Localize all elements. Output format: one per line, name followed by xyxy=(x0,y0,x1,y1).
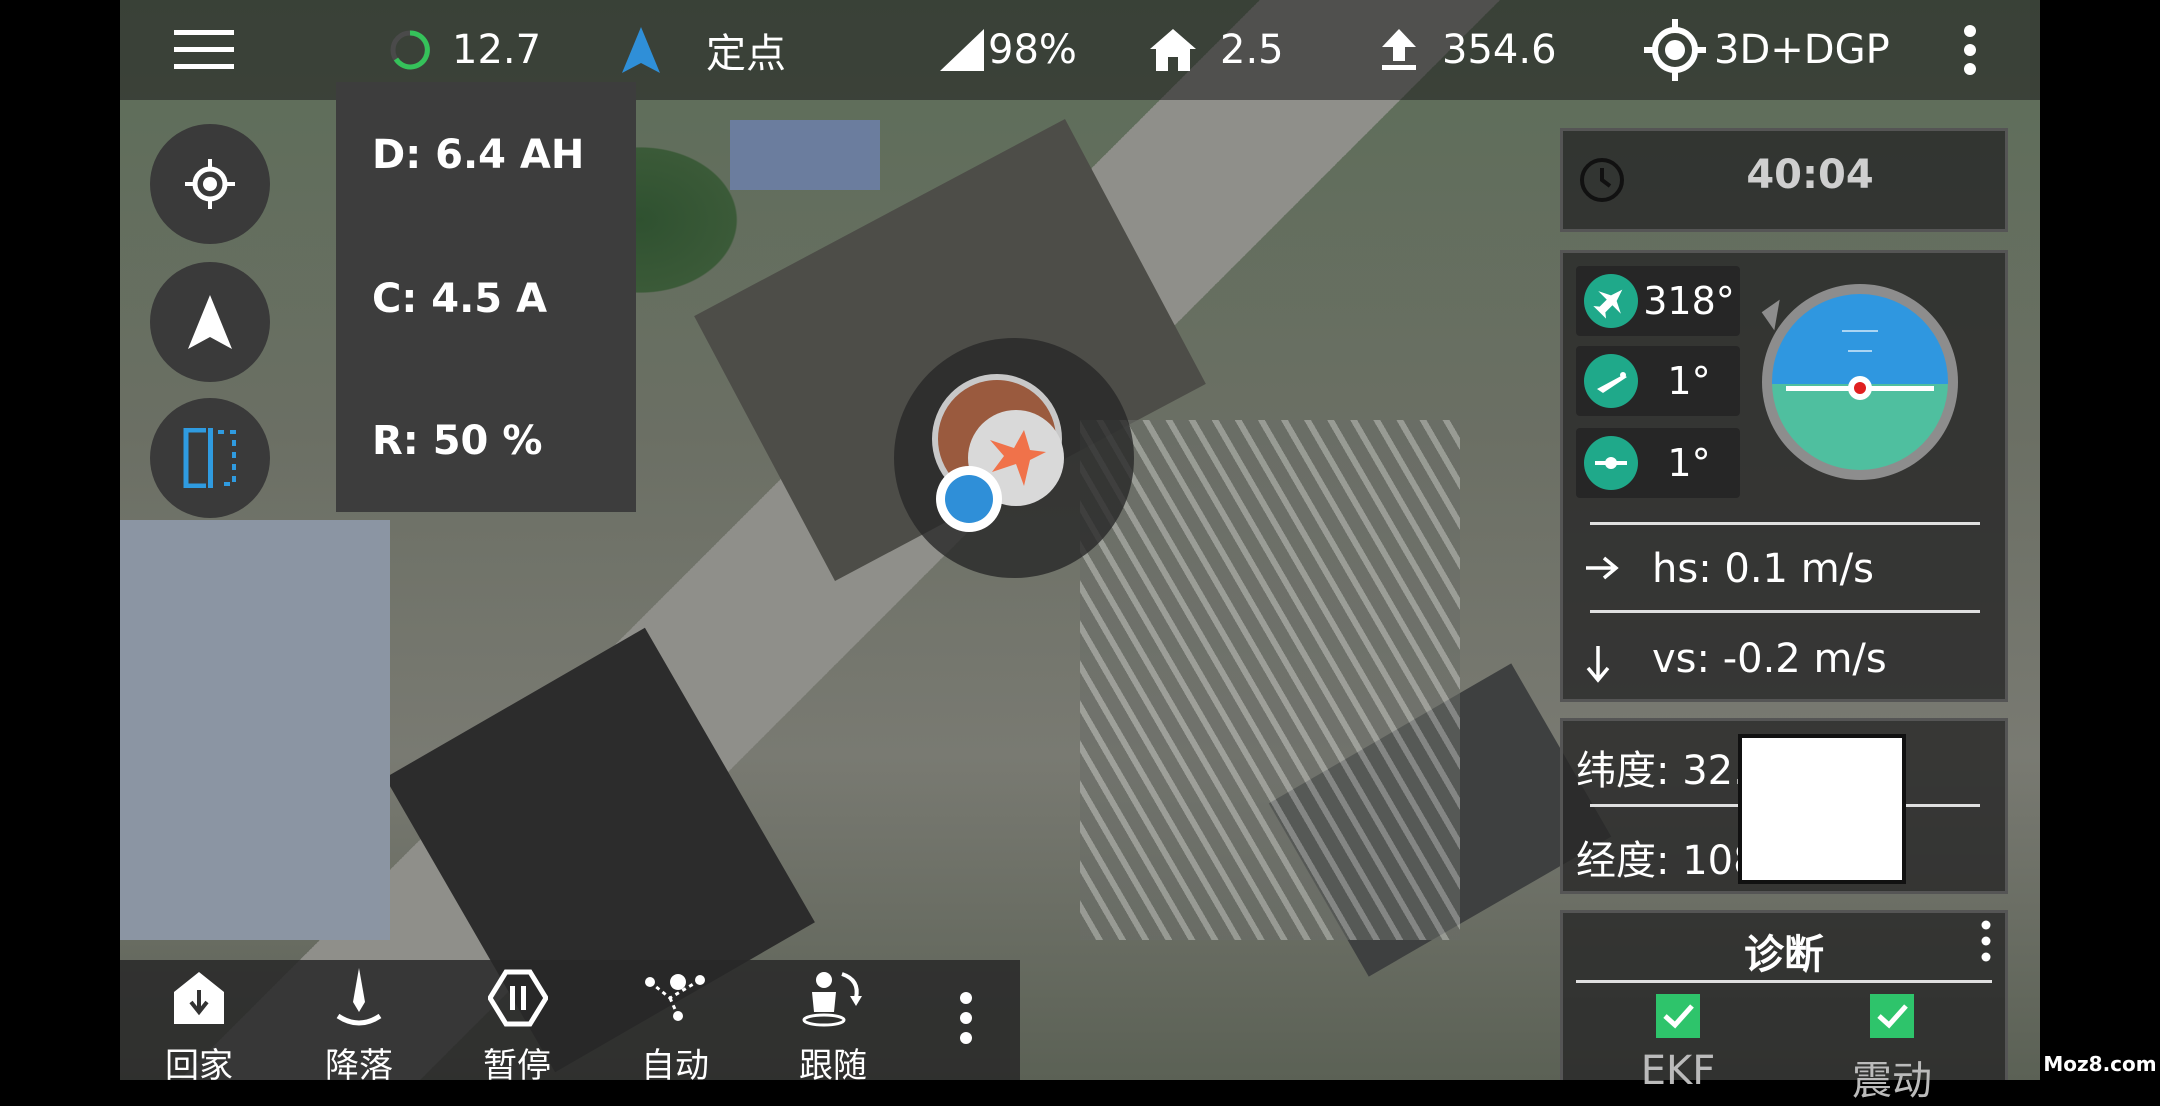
vibration-label: 震动 xyxy=(1852,1058,1932,1104)
land-button[interactable]: 降落 xyxy=(304,960,414,1086)
map-building xyxy=(120,520,390,940)
battery-detail-panel: D: 6.4 AH C: 4.5 A R: 50 % xyxy=(336,82,636,512)
parking-lot xyxy=(1080,420,1460,940)
pitch-ladder xyxy=(1842,330,1878,332)
more-vertical-icon xyxy=(1981,920,1991,962)
pitch-ladder xyxy=(1848,350,1872,352)
map-building xyxy=(730,120,880,190)
flight-mode-label: 定点 xyxy=(706,31,786,77)
menu-button[interactable] xyxy=(174,0,234,100)
map-split-button[interactable] xyxy=(150,398,270,518)
battery-discharged: D: 6.4 AH xyxy=(372,132,585,178)
clock-icon xyxy=(1580,158,1624,202)
pause-icon xyxy=(488,969,548,1027)
overflow-menu-button[interactable] xyxy=(1962,0,1978,100)
gps-fix-status: 3D+DGP xyxy=(1714,27,1890,73)
watermark: Moz8.com xyxy=(2043,1052,2157,1076)
home-return-icon xyxy=(174,972,224,1024)
land-icon xyxy=(336,968,382,1026)
aircraft-center-dot xyxy=(1854,382,1866,394)
divider xyxy=(1590,610,1980,613)
return-home-button[interactable]: 回家 xyxy=(144,960,254,1086)
altitude-indicator[interactable]: 354.6 xyxy=(1382,0,1557,100)
flight-mode-selector[interactable]: 定点 xyxy=(622,0,786,100)
heading-value: 318° xyxy=(1643,279,1735,323)
signal-strength-icon xyxy=(940,29,984,71)
signal-strength-value: 98% xyxy=(988,27,1077,73)
redaction-box xyxy=(1738,734,1906,884)
hamburger-icon xyxy=(174,30,234,69)
battery-remaining: R: 50 % xyxy=(372,418,543,464)
navigation-arrow-icon xyxy=(188,295,232,349)
horizon-face xyxy=(1772,294,1948,470)
divider xyxy=(1576,980,1992,983)
altitude-upload-icon xyxy=(1382,29,1416,70)
vibration-check-icon xyxy=(1870,994,1914,1038)
arrow-down-icon xyxy=(1586,646,1610,683)
arrow-right-icon xyxy=(1586,556,1619,580)
artificial-horizon xyxy=(1761,284,1958,480)
bottom-more-button[interactable] xyxy=(958,990,974,1050)
horizon-sky xyxy=(1772,294,1948,384)
gps-crosshair-icon xyxy=(1644,19,1706,81)
battery-current: C: 4.5 A xyxy=(372,276,548,322)
follow-button[interactable]: 跟随 xyxy=(778,960,888,1086)
user-location-marker xyxy=(936,466,1002,532)
flight-time: 40:04 xyxy=(1746,152,1874,198)
divider xyxy=(1590,522,1980,525)
split-view-icon xyxy=(183,428,236,488)
roll-value: 1° xyxy=(1667,441,1711,485)
user-location-dot xyxy=(945,475,993,523)
home-distance-indicator[interactable]: 2.5 xyxy=(1150,0,1284,100)
navigation-arrow-icon xyxy=(622,27,660,73)
horizontal-speed: hs: 0.1 m/s xyxy=(1652,546,1874,592)
more-vertical-icon xyxy=(960,992,972,1044)
gps-indicator[interactable]: 3D+DGP xyxy=(1644,0,1890,100)
diagnostics-title: 诊断 xyxy=(1744,932,1824,978)
home-icon xyxy=(1150,29,1196,71)
heading-readout: 318° xyxy=(1576,266,1740,336)
more-vertical-icon xyxy=(1964,25,1976,75)
auto-mission-button[interactable]: 自动 xyxy=(620,960,730,1086)
vertical-speed: vs: -0.2 m/s xyxy=(1652,636,1887,682)
altitude-value: 354.6 xyxy=(1442,27,1557,73)
locate-drone-button[interactable] xyxy=(150,124,270,244)
latitude: 纬度: 32. xyxy=(1576,748,1746,794)
diagnostics-menu-button[interactable] xyxy=(1980,920,1992,966)
pitch-readout: 1° xyxy=(1576,346,1740,416)
ekf-check-icon xyxy=(1656,994,1700,1038)
pause-button[interactable]: 暂停 xyxy=(462,960,572,1086)
longitude: 经度: 108 xyxy=(1576,838,1759,884)
roll-plane-icon xyxy=(1584,436,1638,490)
auto-mission-icon xyxy=(645,974,705,1021)
pitch-value: 1° xyxy=(1667,359,1711,403)
battery-voltage: 12.7 xyxy=(452,27,542,73)
navigation-mode-button[interactable] xyxy=(150,262,270,382)
roll-readout: 1° xyxy=(1576,428,1740,498)
target-icon xyxy=(185,159,235,209)
pitch-plane-icon xyxy=(1584,354,1638,408)
heading-plane-icon xyxy=(1584,274,1638,328)
home-distance-value: 2.5 xyxy=(1220,27,1284,73)
signal-indicator[interactable]: 98% xyxy=(940,0,1077,100)
follow-icon xyxy=(802,972,862,1027)
battery-ring-icon xyxy=(390,30,430,70)
ekf-label: EKF xyxy=(1640,1048,1716,1094)
